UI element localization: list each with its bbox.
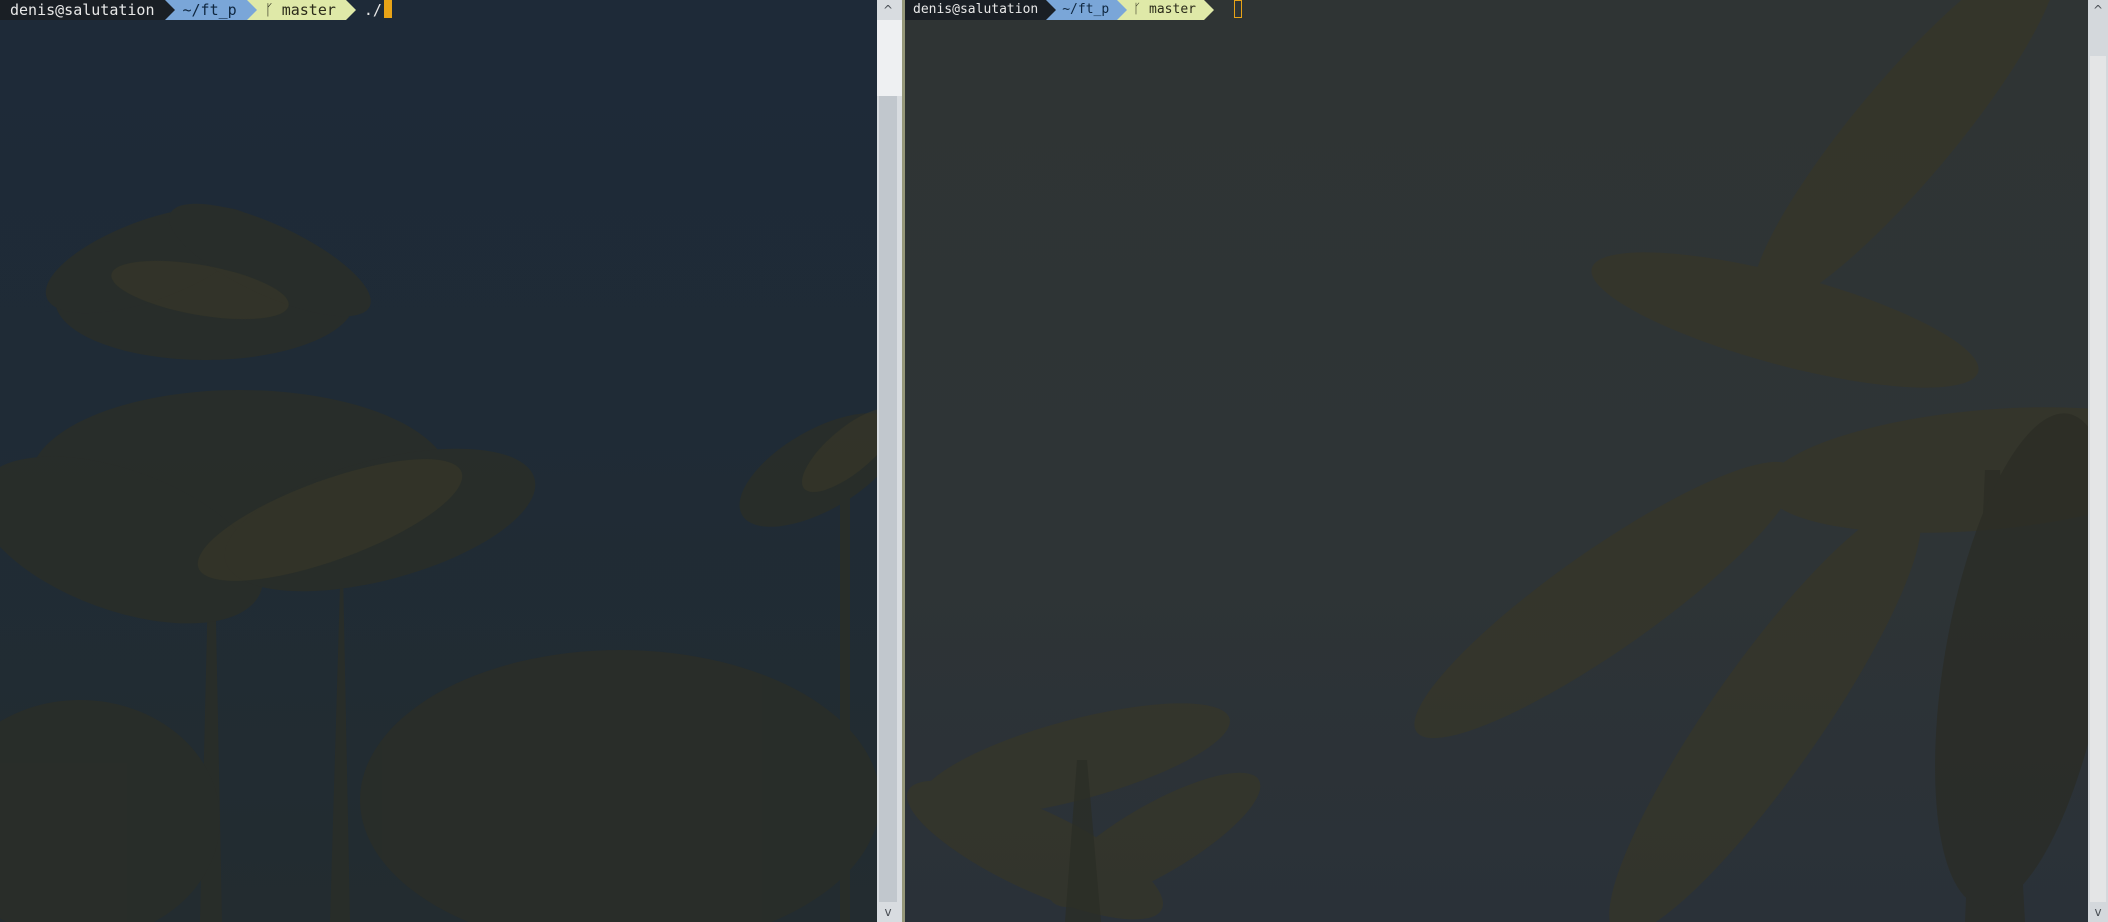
git-branch-icon: ᚴ bbox=[264, 1, 274, 19]
shell-prompt: denis@salutation ~/ft_p ᚴ master bbox=[905, 0, 1250, 20]
chevron-up-icon[interactable]: ^ bbox=[877, 0, 899, 20]
palm-tree-wallpaper bbox=[0, 203, 877, 922]
scrollbar-thumb[interactable] bbox=[2090, 56, 2106, 902]
prompt-directory: ~/ft_p bbox=[1046, 0, 1128, 20]
terminal-pane-right[interactable]: denis@salutation ~/ft_p ᚴ master bbox=[905, 0, 2088, 922]
terminal-window: denis@salutation ~/ft_p ᚴ master ./ ^ v bbox=[0, 0, 2108, 922]
terminal-pane-left[interactable]: denis@salutation ~/ft_p ᚴ master ./ bbox=[0, 0, 877, 922]
scrollbar-track[interactable] bbox=[877, 20, 902, 96]
shell-prompt: denis@salutation ~/ft_p ᚴ master ./ bbox=[0, 0, 402, 20]
chevron-down-icon[interactable]: v bbox=[2088, 902, 2108, 922]
palm-tree-wallpaper bbox=[906, 0, 2088, 922]
prompt-git-branch: ᚴ master bbox=[246, 0, 357, 20]
prompt-git-branch: ᚴ master bbox=[1117, 0, 1214, 20]
terminal-cursor bbox=[383, 0, 392, 18]
prompt-branch-name: master bbox=[1149, 2, 1196, 17]
scrollbar-left[interactable]: ^ v bbox=[877, 0, 905, 922]
chevron-up-icon[interactable]: ^ bbox=[2088, 0, 2108, 20]
scrollbar-right[interactable]: ^ v bbox=[2088, 0, 2108, 922]
terminal-cursor bbox=[1233, 0, 1242, 18]
prompt-directory: ~/ft_p bbox=[164, 0, 257, 20]
command-text: ./ bbox=[363, 1, 382, 19]
prompt-branch-name: master bbox=[281, 1, 336, 19]
prompt-user-host: denis@salutation bbox=[0, 0, 174, 20]
git-branch-icon: ᚴ bbox=[1133, 2, 1142, 17]
chevron-down-icon[interactable]: v bbox=[877, 902, 899, 922]
scrollbar-thumb[interactable] bbox=[879, 96, 897, 902]
prompt-user-host: denis@salutation bbox=[905, 0, 1057, 20]
